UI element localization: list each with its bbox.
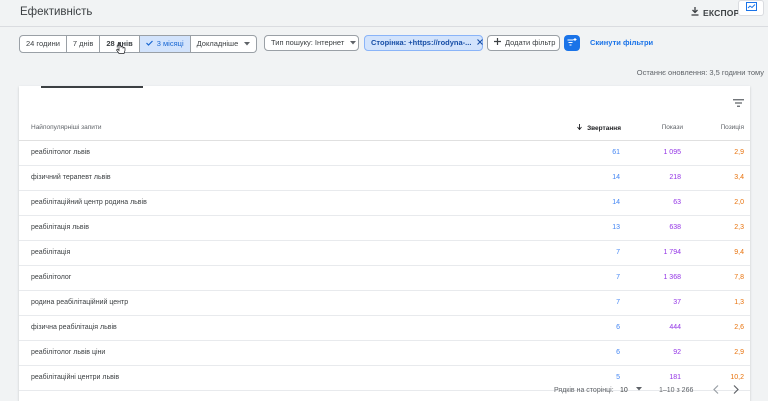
cell-query: реабілітаційні центри львів [31,374,120,381]
cell-impressions: 63 [673,199,681,206]
cell-query: фізичний терапевт львів [31,174,111,181]
cell-position: 2,9 [734,349,744,356]
cell-clicks: 7 [616,249,620,256]
cell-impressions: 1 794 [663,249,681,256]
cell-position: 2,9 [734,149,744,156]
table-row[interactable]: фізичний терапевт львів 14 218 3,4 [19,166,750,191]
date-24h[interactable]: 24 години [20,36,67,52]
reset-filters-link[interactable]: Скинути фільтри [590,38,653,47]
filter-add-icon [567,34,577,52]
table-row[interactable]: реабілітація львів 13 638 2,3 [19,216,750,241]
cell-clicks: 6 [616,324,620,331]
cell-impressions: 218 [669,174,681,181]
page-filter-label: Сторінка: +https://rodyna-... [371,38,472,47]
feedback-button[interactable] [738,0,764,16]
chart-icon [745,0,757,17]
filter-rows-icon[interactable] [733,94,744,112]
mouse-cursor-icon [116,42,126,60]
page-filter-chip[interactable]: Сторінка: +https://rodyna-... [364,35,484,51]
date-3m[interactable]: 3 місяці [139,36,191,52]
cell-clicks: 14 [612,174,620,181]
page-header: Ефективність ЕКСПОРТ [0,0,768,27]
cell-query: реабілітація [31,249,71,256]
cell-clicks: 5 [616,374,620,381]
table-row[interactable]: реабілітолог львів ціни 6 92 2,9 [19,341,750,366]
pagination: Рядків на сторінці: 10 1–10 з 266 [19,382,750,401]
table-header: Найпопулярніші запити Звертання Покази П… [19,116,750,141]
sort-arrow-icon [577,124,584,132]
plus-icon [494,35,501,51]
header-clicks-label: Звертання [587,125,621,132]
date-3m-label: 3 місяці [156,39,184,48]
cell-impressions: 444 [669,324,681,331]
header-position[interactable]: Позиція [720,124,744,131]
queries-card: Найпопулярніші запити Звертання Покази П… [19,86,750,401]
header-clicks[interactable]: Звертання [577,124,621,132]
page-title: Ефективність [20,6,93,18]
cell-query: реабілітаційний центр родина львів [31,199,147,206]
table-body: реабілітолог львів 61 1 095 2,9 фізичний те… [19,141,750,391]
dropdown-arrow-icon[interactable] [636,386,642,393]
date-more[interactable]: Докладніше [191,36,257,52]
date-7d[interactable]: 7 днів [67,36,101,52]
table-row[interactable]: реабілітолог львів 61 1 095 2,9 [19,141,750,166]
dropdown-arrow-icon [350,35,357,51]
cell-impressions: 1 368 [663,274,681,281]
cell-clicks: 7 [616,299,620,306]
header-query[interactable]: Найпопулярніші запити [31,124,101,131]
cell-clicks: 6 [616,349,620,356]
cell-query: реабілітолог львів [31,149,91,156]
rows-per-page-select[interactable]: 10 [620,387,628,394]
cell-impressions: 37 [673,299,681,306]
cell-position: 7,8 [734,274,744,281]
close-icon[interactable] [477,35,484,51]
cell-impressions: 1 095 [663,149,681,156]
cell-query: реабілітолог львів ціни [31,349,106,356]
search-type-filter[interactable]: Тип пошуку: Інтернет [264,35,359,51]
date-range-selector: 24 години 7 днів 28 днів 3 місяці Доклад… [19,35,258,53]
download-icon [691,7,699,18]
search-type-label: Тип пошуку: Інтернет [271,38,345,47]
cell-position: 1,3 [734,299,744,306]
cell-query: реабілітолог [31,274,72,281]
cell-impressions: 181 [669,374,681,381]
last-updated-text: Останнє оновлення: 3,5 години тому [636,68,764,77]
add-filter-button[interactable]: Додати фільтр [487,35,560,51]
cell-clicks: 13 [612,224,620,231]
cell-clicks: 7 [616,274,620,281]
chevron-right-icon[interactable] [733,385,739,396]
cell-query: родина реабілітаційний центр [31,299,129,306]
rows-per-page-label: Рядків на сторінці: [554,387,614,394]
table-row[interactable]: реабілітація 7 1 794 9,4 [19,241,750,266]
cell-position: 2,0 [734,199,744,206]
cell-position: 2,3 [734,224,744,231]
table-row[interactable]: реабілітолог 7 1 368 7,8 [19,266,750,291]
cell-position: 3,4 [734,174,744,181]
cell-position: 9,4 [734,249,744,256]
page-range: 1–10 з 266 [659,387,694,394]
check-icon [145,36,153,52]
cell-impressions: 92 [673,349,681,356]
compare-filter-button[interactable] [564,35,580,51]
cell-position: 2,6 [734,324,744,331]
active-tab-indicator [41,86,143,88]
add-filter-label: Додати фільтр [505,38,556,47]
cell-position: 10,2 [730,374,744,381]
chevron-left-icon[interactable] [713,385,719,396]
dropdown-arrow-icon [244,36,251,52]
date-more-label: Докладніше [196,39,239,48]
cell-clicks: 61 [612,149,620,156]
cell-query: реабілітація львів [31,224,89,231]
export-button[interactable]: ЕКСПОРТ [691,7,745,18]
cell-query: фізична реабілітація львів [31,324,117,331]
header-impressions[interactable]: Покази [662,124,683,131]
cell-clicks: 14 [612,199,620,206]
cell-impressions: 638 [669,224,681,231]
table-row[interactable]: фізична реабілітація львів 6 444 2,6 [19,316,750,341]
table-row[interactable]: родина реабілітаційний центр 7 37 1,3 [19,291,750,316]
table-row[interactable]: реабілітаційний центр родина львів 14 63 2,… [19,191,750,216]
